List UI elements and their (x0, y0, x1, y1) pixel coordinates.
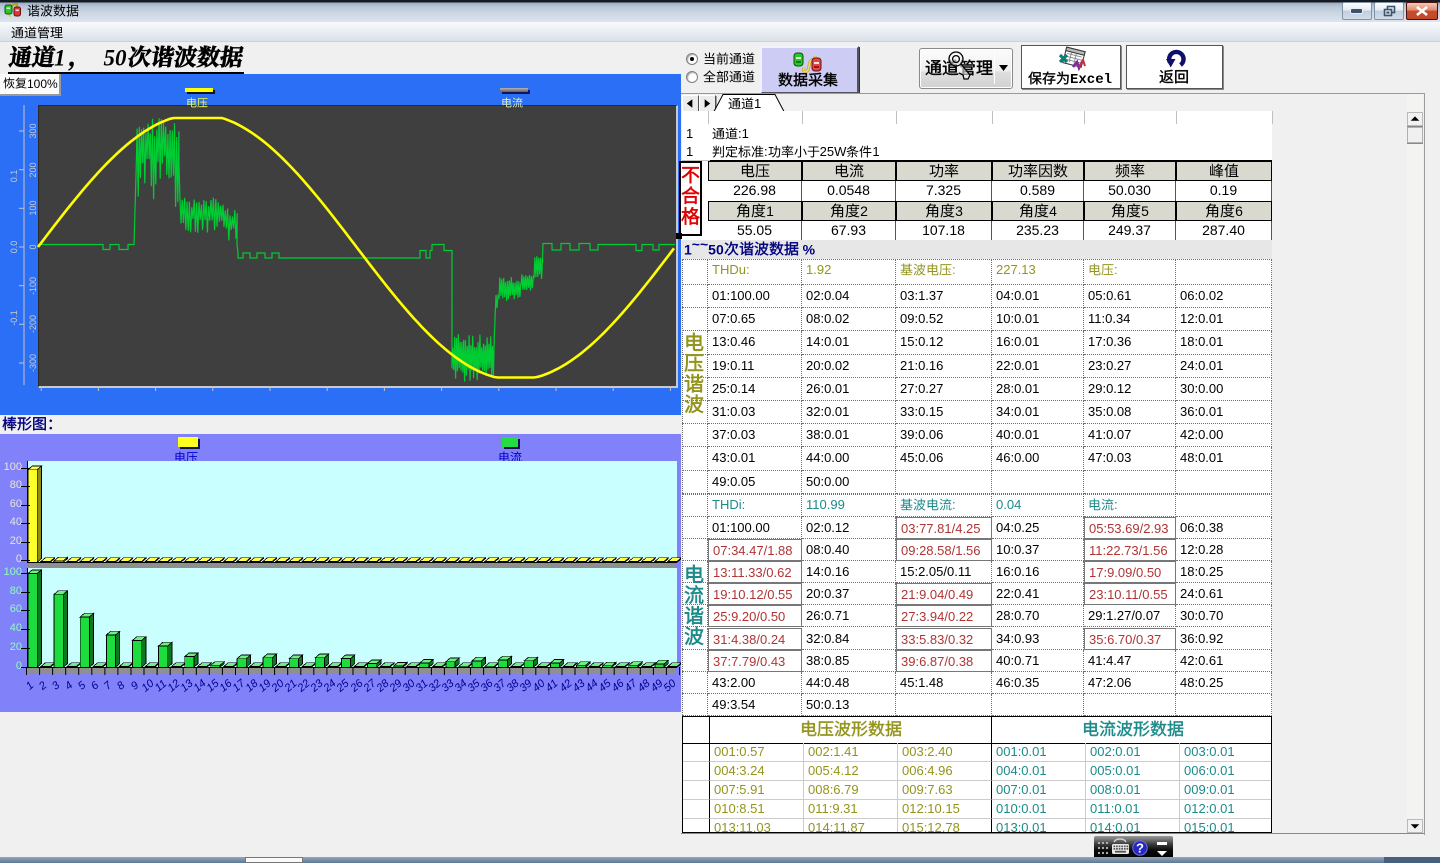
svg-text:?: ? (1136, 841, 1144, 856)
